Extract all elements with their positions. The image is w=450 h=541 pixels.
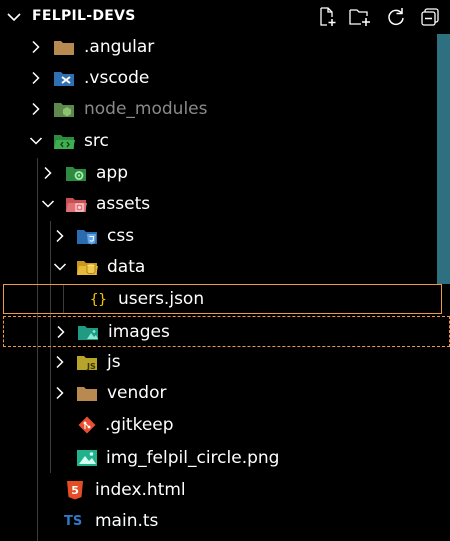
image-file-icon (77, 450, 97, 466)
tree-item-label: images (108, 322, 170, 342)
tree-item-src[interactable]: src (0, 126, 450, 157)
refresh-button[interactable] (385, 6, 407, 28)
refresh-icon (388, 8, 404, 26)
folder-images-icon (78, 326, 98, 340)
folder-data-icon (77, 261, 98, 275)
tree-item-label: js (107, 352, 121, 372)
chevron-right-icon (32, 40, 40, 54)
new-file-button[interactable] (316, 6, 338, 28)
chevron-right-icon (32, 102, 40, 116)
folder-js-icon: JS (77, 356, 97, 371)
html-file-icon: 5 (67, 481, 83, 500)
folder-app-icon (66, 167, 86, 181)
git-file-icon (78, 416, 96, 434)
tree-item-index-html[interactable]: 5 index.html (0, 475, 450, 506)
folder-src-icon (54, 135, 75, 149)
tree-item-label: data (107, 257, 146, 277)
tree-item-vscode[interactable]: .vscode (0, 63, 450, 94)
tree-item-label: css (107, 226, 135, 246)
tree-item-label: main.ts (95, 511, 159, 531)
chevron-right-icon (56, 386, 64, 400)
new-folder-button[interactable] (349, 6, 371, 28)
new-folder-icon (349, 9, 370, 26)
tree-item-gitkeep[interactable]: .gitkeep (0, 410, 450, 441)
chevron-down-icon (41, 200, 55, 208)
folder-node-icon (54, 103, 74, 117)
folder-assets-icon (66, 198, 87, 212)
svg-text:{}: {} (90, 292, 107, 308)
explorer-header[interactable]: FELPIL-DEVS (0, 0, 450, 34)
tree-item-label: index.html (95, 480, 186, 500)
tree-item-img-felpil-circle[interactable]: img_felpil_circle.png (0, 443, 450, 474)
chevron-down-icon[interactable] (6, 9, 22, 25)
tree-item-label: .gitkeep (105, 415, 174, 435)
tree-item-label: node_modules (84, 99, 208, 119)
chevron-right-icon (57, 325, 65, 339)
tree-item-label: .angular (84, 37, 155, 57)
tree-item-label: vendor (107, 383, 167, 403)
tree-item-label: src (84, 131, 109, 151)
folder-vscode-icon (54, 72, 74, 86)
tree-item-label: users.json (118, 289, 205, 309)
tree-item-main-ts[interactable]: TS main.ts (0, 506, 450, 537)
new-file-icon (320, 7, 336, 26)
chevron-down-icon (53, 263, 67, 271)
tree-item-vendor[interactable]: vendor (0, 378, 450, 409)
svg-text:JS: JS (86, 362, 96, 371)
tree-item-label: assets (96, 194, 151, 214)
folder-angular-icon (54, 41, 74, 55)
chevron-right-icon (56, 229, 64, 243)
tree-item-node-modules[interactable]: node_modules (0, 94, 450, 125)
chevron-right-icon (44, 166, 52, 180)
vertical-scrollbar[interactable] (437, 34, 450, 284)
tree-item-label: app (96, 163, 128, 183)
json-file-icon: {} (90, 292, 107, 308)
tree-item-assets[interactable]: assets (0, 189, 450, 220)
workspace-title: FELPIL-DEVS (32, 8, 136, 24)
folder-vendor-icon (77, 387, 97, 401)
tree-item-css[interactable]: css (0, 221, 450, 252)
svg-text:5: 5 (71, 484, 79, 497)
file-explorer: FELPIL-DEVS .angular .vscode node_module… (0, 0, 450, 541)
collapse-all-button[interactable] (419, 6, 441, 28)
chevron-down-icon (29, 137, 43, 145)
tree-item-label: img_felpil_circle.png (106, 448, 280, 468)
typescript-file-icon: TS (64, 514, 83, 529)
tree-item-users-json[interactable]: {} users.json (3, 284, 442, 314)
tree-item-data[interactable]: data (0, 252, 450, 283)
tree-item-label: .vscode (84, 68, 150, 88)
folder-css-icon (77, 230, 97, 245)
tree-item-angular[interactable]: .angular (0, 32, 450, 63)
chevron-right-icon (32, 71, 40, 85)
tree-item-app[interactable]: app (0, 158, 450, 189)
chevron-right-icon (56, 355, 64, 369)
collapse-all-icon (421, 8, 439, 26)
tree-item-images[interactable]: images (3, 316, 450, 347)
tree-item-js[interactable]: JS js (0, 347, 450, 378)
